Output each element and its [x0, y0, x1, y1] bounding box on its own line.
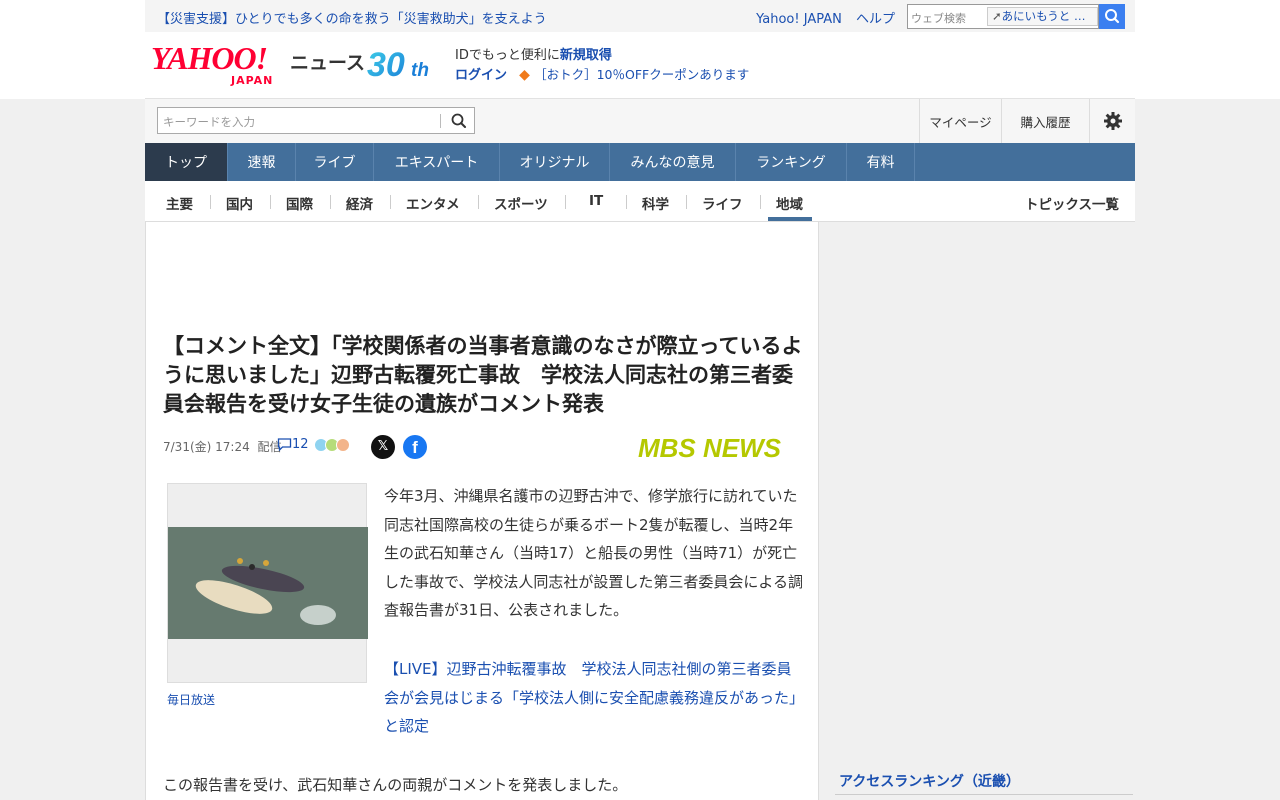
svg-text:th: th: [411, 60, 429, 81]
comment-icon: [277, 438, 292, 452]
main-nav-paid[interactable]: 有料: [847, 143, 915, 181]
keyword-search-input[interactable]: キーワードを入力: [157, 107, 475, 134]
login-link[interactable]: ログイン: [455, 68, 507, 83]
coupon-tag-icon: ◆: [519, 67, 530, 83]
category-life[interactable]: ライフ: [702, 193, 743, 213]
search-suggestion-chip[interactable]: ➚あにいもうと …: [987, 7, 1098, 26]
gear-icon: [1103, 112, 1122, 130]
main-nav-top[interactable]: トップ: [145, 143, 228, 181]
search-icon: [1105, 9, 1120, 24]
photo-caption[interactable]: 毎日放送: [167, 691, 215, 708]
category-sports[interactable]: スポーツ: [494, 193, 548, 213]
publish-date: 7/31(金) 17:24: [163, 440, 250, 454]
related-live-link[interactable]: 【LIVE】辺野古沖転覆事故 学校法人同志社側の第三者委員会が会見はじまる「学校…: [384, 655, 806, 741]
category-domestic[interactable]: 国内: [226, 193, 253, 213]
web-search-button[interactable]: [1099, 4, 1125, 29]
comment-count: 12: [292, 437, 309, 452]
category-main[interactable]: 主要: [166, 193, 193, 213]
search-row: キーワードを入力 マイページ 購入履歴: [145, 99, 1135, 143]
main-nav-breaking[interactable]: 速報: [228, 143, 296, 181]
main-nav-opinions[interactable]: みんなの意見: [610, 143, 736, 181]
category-divider: [565, 195, 566, 209]
topics-list-link[interactable]: トピックス一覧: [1025, 193, 1119, 213]
web-search-placeholder: ウェブ検索: [911, 12, 966, 25]
disaster-promo-link[interactable]: 【災害支援】ひとりでも多くの命を救う「災害救助犬」を支えよう: [157, 8, 547, 27]
yahoo-logo[interactable]: YAHOO! JAPAN: [151, 40, 291, 87]
article-photo: [168, 527, 368, 639]
web-search-input[interactable]: ウェブ検索 ➚あにいもうと …: [907, 4, 1099, 29]
category-divider: [478, 195, 479, 209]
main-nav-expert[interactable]: エキスパート: [374, 143, 500, 181]
top-links: Yahoo! JAPAN ヘルプ: [746, 8, 895, 27]
keyword-placeholder: キーワードを入力: [163, 115, 255, 129]
category-nav: 主要 国内 国際 経済 エンタメ スポーツ IT 科学 ライフ 地域 トピックス…: [145, 181, 1135, 222]
category-divider: [626, 195, 627, 209]
main-nav-ranking[interactable]: ランキング: [736, 143, 847, 181]
article-meta: 7/31(金) 17:24 配信: [163, 438, 282, 455]
article-title: 【コメント全文】「学校関係者の当事者意識のなさが際立っているように思いました」辺…: [163, 334, 803, 416]
trend-arrow-icon: ➚: [992, 9, 1002, 23]
share-x-button[interactable]: 𝕏: [371, 435, 395, 459]
category-divider: [270, 195, 271, 209]
category-international[interactable]: 国際: [286, 193, 313, 213]
reaction-face-icon: [336, 438, 350, 452]
login-area: IDでもっと便利に新規取得 ログイン ◆ ［おトク］10％OFFクーポンあります: [455, 46, 749, 85]
site-header-inner: YAHOO! JAPAN ニュース 30 th IDでもっと便利に新規取得 ログ…: [145, 32, 1135, 99]
site-header: YAHOO! JAPAN ニュース 30 th IDでもっと便利に新規取得 ログ…: [0, 32, 1280, 99]
access-ranking-title[interactable]: アクセスランキング（近畿）: [839, 771, 1020, 791]
top-strip-inner: 【災害支援】ひとりでも多くの命を救う「災害救助犬」を支えよう Yahoo! JA…: [145, 0, 1135, 32]
login-line: ログイン ◆ ［おトク］10％OFFクーポンあります: [455, 65, 749, 85]
category-science[interactable]: 科学: [642, 193, 669, 213]
search-divider: [440, 114, 441, 128]
logo-text: YAHOO!: [151, 40, 268, 76]
top-strip: 【災害支援】ひとりでも多くの命を救う「災害救助犬」を支えよう Yahoo! JA…: [0, 0, 1280, 32]
reaction-faces[interactable]: [314, 438, 350, 456]
logo-sub: JAPAN: [231, 74, 274, 87]
article-body-paragraph: 今年3月、沖縄県名護市の辺野古沖で、修学旅行に訪れていた同志社国際高校の生徒らが…: [384, 487, 803, 620]
yahoo-japan-link[interactable]: Yahoo! JAPAN: [756, 12, 842, 27]
article: 【コメント全文】「学校関係者の当事者意識のなさが際立っているように思いました」辺…: [145, 222, 819, 800]
category-divider: [330, 195, 331, 209]
x-icon: 𝕏: [377, 439, 389, 454]
signup-link[interactable]: 新規取得: [560, 48, 612, 63]
main-nav: トップ 速報 ライブ エキスパート オリジナル みんなの意見 ランキング 有料: [145, 143, 1135, 181]
anniversary-30th-badge: 30 th: [367, 42, 449, 86]
id-promo-text: IDでもっと便利に: [455, 48, 560, 63]
right-rail: アクセスランキング（近畿）: [819, 222, 1135, 800]
category-local[interactable]: 地域: [776, 193, 803, 213]
main-nav-original[interactable]: オリジナル: [500, 143, 610, 181]
id-promo-line: IDでもっと便利に新規取得: [455, 46, 749, 65]
news-label[interactable]: ニュース: [290, 48, 365, 75]
suggestion-text: あにいもうと …: [1001, 9, 1086, 23]
article-photo-frame[interactable]: [167, 483, 368, 683]
category-divider: [210, 195, 211, 209]
category-divider: [390, 195, 391, 209]
settings-button[interactable]: [1089, 99, 1135, 143]
comments-link[interactable]: 12: [277, 437, 309, 452]
category-economy[interactable]: 経済: [346, 193, 373, 213]
purchase-history-link[interactable]: 購入履歴: [1001, 99, 1089, 143]
share-facebook-button[interactable]: f: [403, 435, 427, 459]
svg-text:30: 30: [367, 46, 405, 84]
anniversary-icon: 30 th: [367, 46, 429, 84]
category-entertainment[interactable]: エンタメ: [406, 193, 460, 213]
category-divider: [686, 195, 687, 209]
search-icon[interactable]: [450, 112, 468, 134]
help-link[interactable]: ヘルプ: [856, 12, 895, 27]
active-category-indicator: [768, 217, 812, 221]
facebook-icon: f: [412, 438, 418, 457]
coupon-link[interactable]: ［おトク］10％OFFクーポンあります: [534, 67, 749, 82]
ranking-divider: [835, 794, 1133, 795]
mypage-link[interactable]: マイページ: [919, 99, 1001, 143]
user-links: マイページ 購入履歴: [919, 99, 1135, 143]
source-logo[interactable]: MBS NEWS: [638, 433, 781, 464]
article-body-paragraph-2: この報告書を受け、武石知華さんの両親がコメントを発表しました。: [163, 776, 628, 794]
category-it[interactable]: IT: [589, 193, 603, 209]
category-divider: [760, 195, 761, 209]
main-nav-live[interactable]: ライブ: [296, 143, 374, 181]
